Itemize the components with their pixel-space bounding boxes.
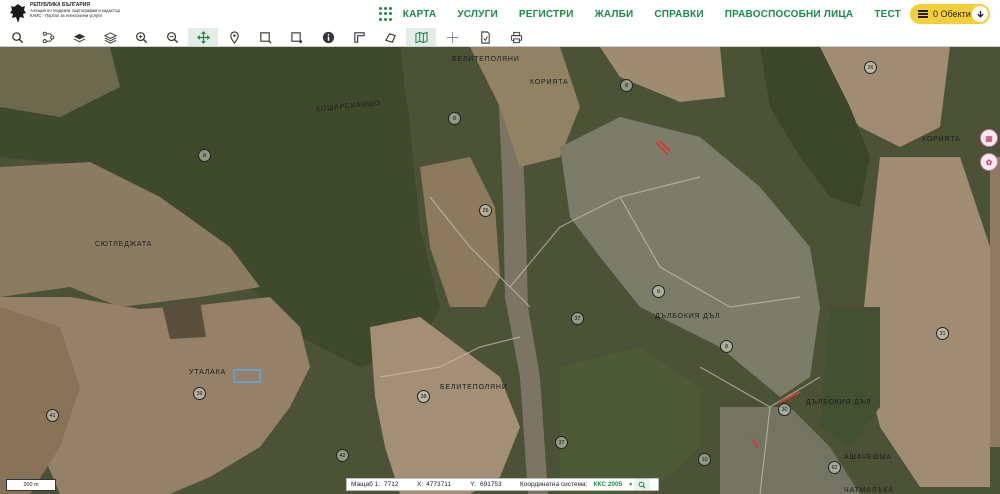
nav-licensed-persons[interactable]: ПРАВОСПОСОБНИ ЛИЦА bbox=[725, 9, 854, 20]
main-nav: КАРТА УСЛУГИ РЕГИСТРИ ЖАЛБИ СПРАВКИ ПРАВ… bbox=[378, 0, 901, 28]
map-label: ДЪЛБОКИЯ ДЪЛ bbox=[655, 313, 721, 320]
scale-bar: 200 m bbox=[6, 479, 56, 491]
top-header: РЕПУБЛИКА БЪЛГАРИЯ Агенция по геодезия, … bbox=[0, 0, 1000, 28]
map-icon[interactable] bbox=[406, 28, 436, 46]
y-prefix: Y: bbox=[470, 481, 476, 488]
document-icon[interactable] bbox=[470, 28, 500, 46]
select-shape-icon[interactable] bbox=[281, 28, 311, 46]
parcel-marker[interactable]: 41 bbox=[46, 409, 59, 422]
side-tool-button[interactable]: ▦ bbox=[980, 129, 998, 147]
y-value: 691753 bbox=[479, 481, 502, 488]
map-canvas[interactable]: БЕЛИТЕПОЛЯНИ КОРИЯТА КОШАРСКАИЩО СЮТЛЕДЖ… bbox=[0, 47, 1000, 494]
parcel-marker[interactable]: 26 bbox=[864, 61, 877, 74]
brand-text: РЕПУБЛИКА БЪЛГАРИЯ Агенция по геодезия, … bbox=[30, 3, 120, 19]
info-icon[interactable] bbox=[313, 28, 343, 46]
crs-select[interactable]: ККС 2005 bbox=[593, 481, 622, 488]
search-icon[interactable] bbox=[2, 28, 32, 46]
nav-registers[interactable]: РЕГИСТРИ bbox=[519, 9, 574, 20]
map-label: ДЪЛБОКИЯ ДЪЛ bbox=[806, 399, 872, 406]
select-rect-icon[interactable] bbox=[250, 28, 280, 46]
parcel-marker[interactable]: 8 bbox=[720, 340, 733, 353]
zoom-out-icon[interactable] bbox=[157, 28, 187, 46]
map-toolbar bbox=[0, 28, 1000, 47]
parcel-marker[interactable]: 62 bbox=[828, 461, 841, 474]
layers-toggle-icon: ▦ bbox=[985, 133, 993, 143]
map-label: ЧАТМАЛЪКА bbox=[844, 487, 894, 494]
nav-reports[interactable]: СПРАВКИ bbox=[654, 9, 703, 20]
coat-of-arms-logo[interactable] bbox=[8, 3, 28, 25]
parcel-marker[interactable]: 31 bbox=[936, 327, 949, 340]
scale-bar-label: 200 m bbox=[23, 482, 39, 488]
parcel-marker[interactable]: 8 bbox=[620, 79, 633, 92]
download-icon[interactable] bbox=[972, 6, 988, 22]
parcel-marker[interactable]: 38 bbox=[417, 390, 430, 403]
stack-icon[interactable] bbox=[95, 28, 125, 46]
parcel-marker[interactable]: 8 bbox=[652, 285, 665, 298]
parcel-marker[interactable]: 37 bbox=[555, 436, 568, 449]
coordinate-search-button[interactable] bbox=[634, 479, 650, 490]
parcel-marker[interactable]: 42 bbox=[336, 449, 349, 462]
chevron-down-icon[interactable]: ▼ bbox=[628, 482, 633, 488]
map-label: КОРИЯТА bbox=[530, 79, 569, 86]
satellite-imagery bbox=[0, 47, 1000, 494]
x-prefix: X: bbox=[417, 481, 424, 488]
parcel-marker[interactable]: 26 bbox=[479, 204, 492, 217]
parcel-marker[interactable]: 8 bbox=[448, 112, 461, 125]
nav-test[interactable]: ТЕСТ bbox=[874, 9, 901, 20]
print-icon[interactable] bbox=[501, 28, 531, 46]
nav-complaints[interactable]: ЖАЛБИ bbox=[595, 9, 634, 20]
scale-prefix: Мащаб 1: bbox=[351, 481, 381, 488]
crosshair-icon[interactable] bbox=[437, 28, 467, 46]
apps-grid-icon[interactable] bbox=[378, 7, 393, 21]
crs-prefix: Координатна система: bbox=[519, 481, 588, 488]
nav-services[interactable]: УСЛУГИ bbox=[457, 9, 498, 20]
objects-label: 0 Обекти bbox=[933, 9, 971, 19]
brand-line-3: КАИС - Портал за електронни услуги bbox=[30, 13, 102, 18]
parcel-marker[interactable]: 10 bbox=[698, 453, 711, 466]
search-icon bbox=[638, 481, 646, 489]
layers-icon[interactable] bbox=[64, 28, 94, 46]
menu-icon bbox=[918, 10, 928, 18]
coordinates-bar: Мащаб 1: 7712 X: 4773711 Y: 691753 Коорд… bbox=[346, 478, 659, 491]
scale-value[interactable]: 7712 bbox=[384, 481, 412, 488]
connect-icon[interactable] bbox=[33, 28, 63, 46]
pan-icon[interactable] bbox=[188, 28, 218, 46]
parcel-marker[interactable]: 30 bbox=[778, 403, 791, 416]
parcel-marker[interactable]: 37 bbox=[571, 312, 584, 325]
map-label: БЕЛИТЕПОЛЯНИ bbox=[440, 384, 508, 391]
map-label: СЮТЛЕДЖАТА bbox=[95, 241, 153, 248]
parcel-marker[interactable]: 8 bbox=[198, 149, 211, 162]
measure-icon[interactable] bbox=[344, 28, 374, 46]
map-label: АШАЧЕШМА bbox=[844, 454, 892, 461]
side-tool-button[interactable]: ✿ bbox=[980, 153, 998, 171]
parcel-marker[interactable]: 39 bbox=[193, 387, 206, 400]
globe-icon: ✿ bbox=[985, 157, 993, 167]
map-label: УТАЛАКА bbox=[189, 369, 226, 376]
zoom-in-icon[interactable] bbox=[126, 28, 156, 46]
marker-icon[interactable] bbox=[219, 28, 249, 46]
x-value: 4773711 bbox=[426, 481, 451, 488]
polygon-icon[interactable] bbox=[375, 28, 405, 46]
map-label: БЕЛИТЕПОЛЯНИ bbox=[452, 56, 520, 63]
objects-button[interactable]: 0 Обекти bbox=[910, 4, 990, 24]
map-label: КОРИЯТА bbox=[922, 136, 961, 143]
nav-map[interactable]: КАРТА bbox=[403, 9, 437, 20]
